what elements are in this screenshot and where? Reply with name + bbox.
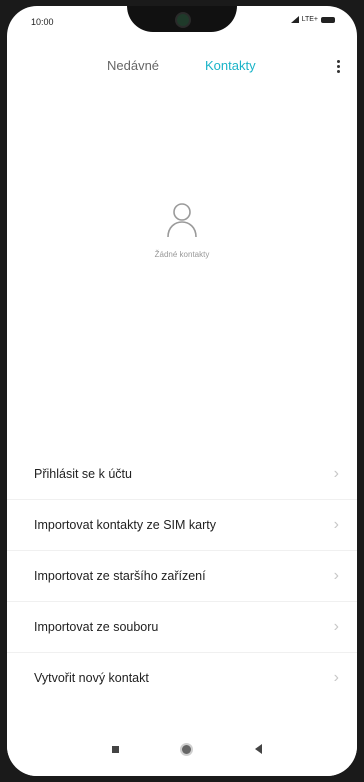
menu-item-label: Importovat kontakty ze SIM karty [34, 518, 217, 532]
status-indicators: LTE+ [290, 16, 335, 23]
menu-item-label: Přihlásit se k účtu [34, 467, 132, 481]
signal-icon [290, 16, 299, 23]
import-file-item[interactable]: Importovat ze souboru › [7, 602, 357, 653]
tab-recent[interactable]: Nedávné [107, 58, 159, 73]
nav-home-icon[interactable] [180, 743, 193, 756]
empty-state: Žádné kontakty [7, 201, 357, 259]
menu-item-label: Importovat ze staršího zařízení [34, 569, 206, 583]
navigation-bar [7, 728, 357, 776]
tab-bar: Nedávné Kontakty [7, 58, 357, 82]
chevron-right-icon: › [333, 516, 339, 533]
phone-screen: 10:00 LTE+ Nedávné Kontakty Žádné kontak… [7, 6, 357, 776]
person-icon [167, 203, 197, 238]
battery-icon [321, 16, 335, 23]
menu-item-label: Vytvořit nový kontakt [34, 671, 149, 685]
create-contact-item[interactable]: Vytvořit nový kontakt › [7, 653, 357, 703]
status-bar: 10:00 LTE+ [7, 6, 357, 36]
tab-contacts[interactable]: Kontakty [205, 58, 256, 73]
more-vert-icon[interactable] [331, 58, 345, 76]
nav-recents-icon[interactable] [112, 746, 119, 753]
menu-item-label: Importovat ze souboru [34, 620, 159, 634]
import-old-device-item[interactable]: Importovat ze staršího zařízení › [7, 551, 357, 602]
status-time: 10:00 [31, 17, 54, 27]
empty-state-text: Žádné kontakty [154, 250, 210, 259]
chevron-right-icon: › [333, 465, 339, 482]
chevron-right-icon: › [333, 618, 339, 635]
network-label: LTE+ [301, 16, 318, 23]
import-sim-item[interactable]: Importovat kontakty ze SIM karty › [7, 500, 357, 551]
contact-actions-list: Přihlásit se k účtu › Importovat kontakt… [7, 449, 357, 703]
chevron-right-icon: › [333, 567, 339, 584]
nav-back-icon[interactable] [255, 744, 262, 754]
sign-in-account-item[interactable]: Přihlásit se k účtu › [7, 449, 357, 500]
chevron-right-icon: › [333, 669, 339, 686]
